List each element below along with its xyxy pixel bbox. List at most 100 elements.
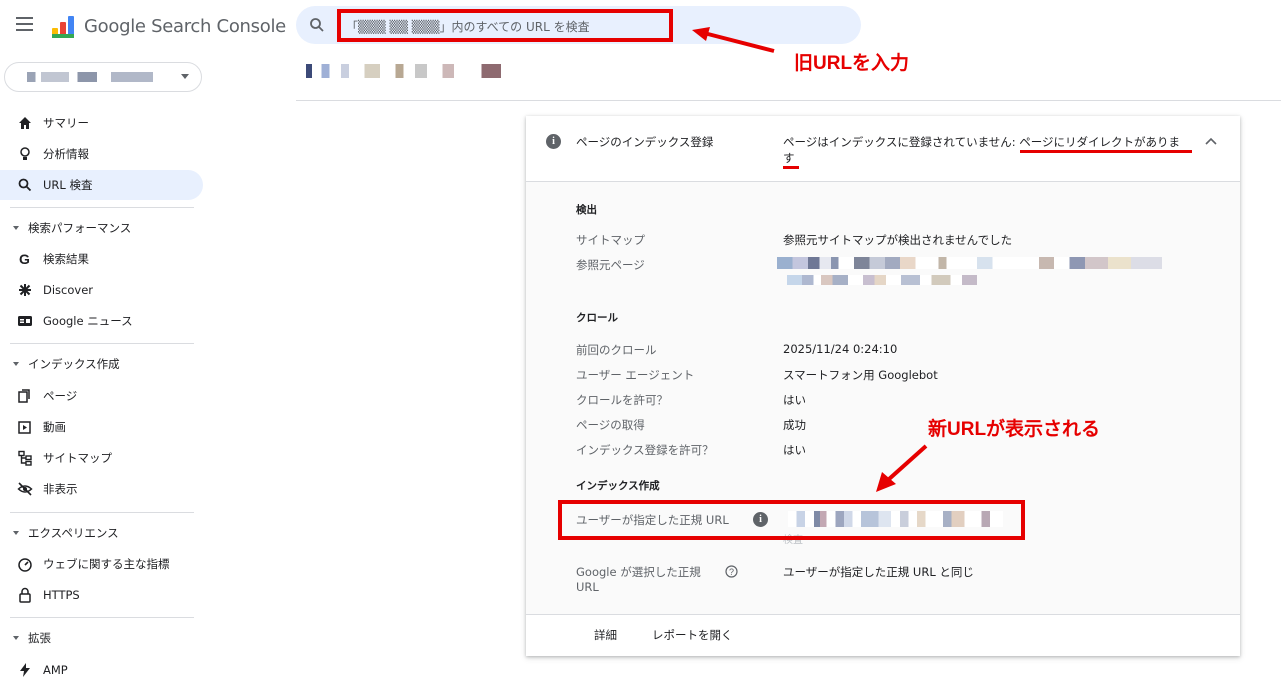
status-reason: ページにリダイレクトがありま bbox=[1019, 135, 1181, 149]
redirect-underline bbox=[1020, 150, 1192, 153]
crawl-title: クロール bbox=[576, 312, 618, 324]
sidebar-section-indexing[interactable]: インデックス作成 bbox=[0, 350, 200, 378]
open-report-button[interactable]: レポートを開く bbox=[652, 627, 733, 643]
sitemap-label: サイトマップ bbox=[576, 233, 645, 247]
sidebar-item-pages[interactable]: ページ bbox=[0, 381, 203, 411]
crawl-row-value: はい bbox=[783, 393, 806, 407]
sidebar-item-discover[interactable]: Discover bbox=[0, 275, 203, 305]
sidebar-item-sitemaps[interactable]: サイトマップ bbox=[0, 443, 203, 473]
search-console-logo bbox=[52, 16, 74, 38]
section-title: エクスペリエンス bbox=[28, 526, 119, 540]
sidebar-item-url-inspection[interactable]: URL 検査 bbox=[0, 170, 203, 200]
chevron-up-icon[interactable] bbox=[1205, 137, 1217, 145]
nav-divider bbox=[10, 207, 194, 208]
crawl-row-label: クロールを許可？ bbox=[576, 393, 668, 407]
crawl-row-label: 前回のクロール bbox=[576, 343, 657, 357]
sidebar-section-enhancements[interactable]: 拡張 bbox=[0, 624, 200, 652]
section-title: 検索パフォーマンス bbox=[28, 221, 132, 235]
crawl-row-label: ページの取得 bbox=[576, 418, 645, 432]
annotation-old-url: 旧URLを入力 bbox=[794, 53, 910, 74]
inspected-url-breadcrumb bbox=[306, 64, 501, 78]
section-title: 拡張 bbox=[28, 631, 51, 645]
new-url-highlight-box bbox=[558, 500, 1025, 540]
google-canonical-label: Google が選択した正規 bbox=[576, 565, 701, 579]
asterisk-icon bbox=[19, 284, 31, 296]
crawl-row-label: ユーザー エージェント bbox=[576, 368, 695, 382]
menu-icon[interactable] bbox=[16, 17, 33, 31]
card-header[interactable]: i ページのインデックス登録 ページはインデックスに登録されていません: ページ… bbox=[526, 116, 1240, 182]
lock-icon bbox=[19, 587, 31, 603]
sidebar-item-core-web-vitals[interactable]: ウェブに関する主な指標 bbox=[0, 549, 203, 579]
sidebar-item-label: 分析情報 bbox=[43, 147, 89, 161]
google-canonical-label-2: URL bbox=[576, 580, 599, 594]
sidebar-item-label: 動画 bbox=[43, 420, 66, 434]
svg-text:?: ? bbox=[729, 567, 734, 577]
sitemap-value: 参照元サイトマップが検出されませんでした bbox=[783, 233, 1013, 247]
sidebar-item-label: ページ bbox=[43, 389, 78, 403]
caret-down-icon bbox=[13, 636, 19, 640]
google-canonical-value: ユーザーが指定した正規 URL と同じ bbox=[783, 565, 974, 579]
sidebar-item-label: サマリー bbox=[43, 116, 89, 130]
status-reason-wrap: す bbox=[783, 151, 795, 165]
caret-down-icon bbox=[13, 531, 19, 535]
sidebar-item-label: URL 検査 bbox=[43, 178, 93, 192]
svg-text:G: G bbox=[19, 251, 30, 267]
app-title: Google Search Console bbox=[84, 16, 286, 37]
sidebar-item-search-results[interactable]: G 検索結果 bbox=[0, 244, 203, 274]
crawl-row-value: 成功 bbox=[783, 418, 806, 432]
info-icon: i bbox=[546, 134, 561, 149]
sidebar-section-experience[interactable]: エクスペリエンス bbox=[0, 519, 200, 547]
sidebar-section-performance[interactable]: 検索パフォーマンス bbox=[0, 214, 200, 242]
search-icon bbox=[18, 178, 32, 192]
google-g-icon: G bbox=[19, 251, 30, 267]
news-icon bbox=[18, 316, 32, 326]
sidebar-item-removals[interactable]: 非表示 bbox=[0, 474, 203, 504]
sidebar-item-label: Google ニュース bbox=[43, 314, 133, 328]
status-prefix: ページはインデックスに登録されていません: bbox=[783, 135, 1020, 149]
sidebar-item-label: Discover bbox=[43, 283, 94, 297]
annotation-arrow-new-url bbox=[876, 444, 928, 492]
home-icon bbox=[19, 117, 31, 129]
index-status-card: i ページのインデックス登録 ページはインデックスに登録されていません: ページ… bbox=[526, 116, 1240, 656]
eye-off-icon bbox=[17, 482, 33, 496]
property-selector[interactable] bbox=[4, 62, 202, 92]
chevron-down-icon bbox=[181, 74, 189, 79]
sidebar-item-summary[interactable]: サマリー bbox=[0, 108, 203, 138]
sidebar-item-insights[interactable]: 分析情報 bbox=[0, 139, 203, 169]
indexing-title: インデックス作成 bbox=[576, 480, 660, 492]
nav-divider bbox=[10, 617, 194, 618]
referring-page-url[interactable] bbox=[777, 257, 1162, 269]
discovery-title: 検出 bbox=[576, 204, 597, 216]
nav-divider bbox=[10, 343, 194, 344]
sidebar-item-label: 非表示 bbox=[43, 482, 78, 496]
annotation-arrow-old-url bbox=[692, 27, 775, 53]
sidebar-item-google-news[interactable]: Google ニュース bbox=[0, 306, 203, 336]
crawl-row-value: 2025/11/24 0:24:10 bbox=[783, 342, 898, 356]
gauge-icon bbox=[18, 558, 32, 572]
old-url-highlight-box bbox=[337, 9, 673, 42]
bolt-icon bbox=[20, 663, 30, 677]
sidebar-item-label: HTTPS bbox=[43, 588, 80, 602]
header-divider bbox=[296, 100, 1281, 101]
card-details: 検出 サイトマップ 参照元サイトマップが検出されませんでした 参照元ページ クロ… bbox=[526, 182, 1240, 614]
sidebar-item-https[interactable]: HTTPS bbox=[0, 580, 203, 610]
search-icon bbox=[310, 18, 324, 32]
lightbulb-icon bbox=[20, 147, 30, 160]
annotation-new-url: 新URLが表示される bbox=[928, 419, 1101, 440]
sidebar-item-label: サイトマップ bbox=[43, 451, 112, 465]
details-button[interactable]: 詳細 bbox=[594, 627, 617, 643]
help-icon[interactable]: ? bbox=[725, 565, 738, 578]
sidebar-item-videos[interactable]: 動画 bbox=[0, 412, 203, 442]
crawl-row-value: スマートフォン用 Googlebot bbox=[783, 368, 938, 382]
index-status-text: ページはインデックスに登録されていません: ページにリダイレクトがありま bbox=[783, 134, 1180, 150]
redirect-underline-2 bbox=[783, 166, 799, 169]
card-footer: 詳細 レポートを開く bbox=[526, 614, 1240, 656]
sidebar-item-amp[interactable]: AMP bbox=[0, 655, 203, 685]
referring-page-url-2[interactable] bbox=[787, 275, 977, 285]
nav-divider bbox=[10, 512, 194, 513]
pages-icon bbox=[18, 389, 30, 403]
sitemap-icon bbox=[18, 450, 32, 466]
sidebar-item-label: AMP bbox=[43, 663, 68, 677]
referring-page-label: 参照元ページ bbox=[576, 258, 645, 272]
crawl-row-label: インデックス登録を許可？ bbox=[576, 443, 714, 457]
